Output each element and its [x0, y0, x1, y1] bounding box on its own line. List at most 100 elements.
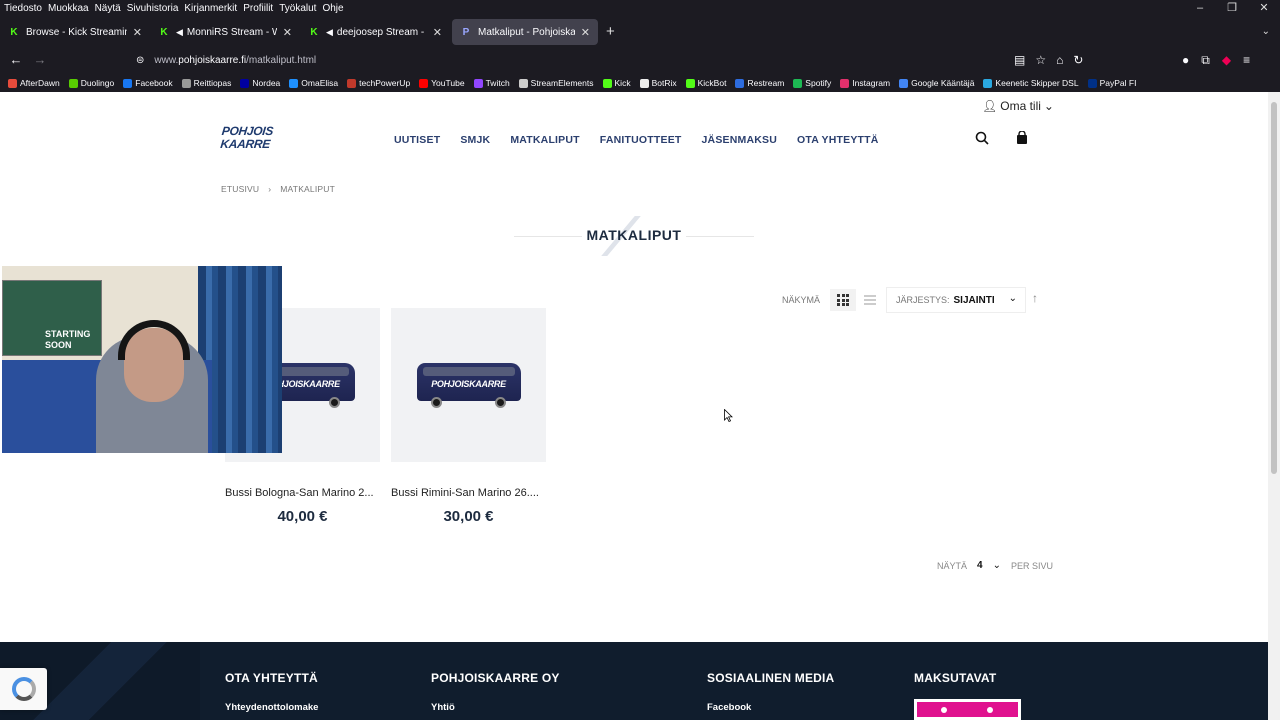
grid-view-button[interactable]: [830, 289, 857, 311]
bookmark-item[interactable]: StreamElements: [518, 78, 594, 88]
account-icon[interactable]: ●: [1182, 53, 1189, 67]
url-bar[interactable]: ⊜ www. pohjoiskaarre.fi/matkaliput.html: [130, 49, 1060, 71]
bookmark-item[interactable]: Spotify: [793, 78, 831, 88]
tab-kick-browse[interactable]: K Browse - Kick Streaming ✕: [0, 19, 150, 45]
tab-deejoosep-stream[interactable]: K ◀ deejoosep Stream - Watch ✕: [300, 19, 450, 45]
close-tab-icon[interactable]: ✕: [133, 26, 142, 39]
bookmark-item[interactable]: Restream: [735, 78, 784, 88]
bookmark-label: Restream: [747, 78, 785, 88]
bookmark-item[interactable]: PayPal FI: [1087, 78, 1136, 88]
menu-edit[interactable]: Muokkaa: [48, 3, 89, 14]
product-name[interactable]: Bussi Bologna-San Marino 2...: [225, 487, 385, 499]
bookmark-label: Twitch: [485, 78, 510, 88]
site-logo[interactable]: POHJOIS KAARRE: [220, 124, 274, 153]
app-menu-icon[interactable]: ≡: [1243, 53, 1250, 67]
menu-view[interactable]: Näytä: [95, 3, 121, 14]
footer-link[interactable]: Facebook: [707, 702, 834, 713]
menu-file[interactable]: Tiedosto: [4, 3, 42, 14]
page-scrollbar[interactable]: [1268, 92, 1280, 720]
new-tab-icon[interactable]: +: [606, 19, 615, 45]
close-tab-icon[interactable]: ✕: [433, 26, 442, 39]
perpage-select[interactable]: 4: [977, 560, 983, 571]
bookmark-item[interactable]: Reittiopas: [181, 78, 232, 88]
home-icon[interactable]: ⌂: [1056, 53, 1063, 67]
recaptcha-badge[interactable]: [0, 668, 47, 710]
bookmark-item[interactable]: YouTube: [419, 78, 465, 88]
tab-title: MonniRS Stream - Watch Li: [186, 26, 277, 38]
bookmark-item[interactable]: Google Kääntäjä: [899, 78, 974, 88]
addon-icon[interactable]: ◆: [1222, 53, 1231, 67]
minimize-icon[interactable]: –: [1184, 0, 1216, 16]
nav-uutiset[interactable]: UUTISET: [394, 134, 440, 146]
bookmark-item[interactable]: BotRix: [639, 78, 677, 88]
bookmark-item[interactable]: Twitch: [473, 78, 510, 88]
view-toolbar: NÄKYMÄ: [782, 289, 877, 311]
nav-fanituotteet[interactable]: FANITUOTTEET: [600, 134, 682, 146]
bookmark-item[interactable]: Facebook: [123, 78, 173, 88]
menu-history[interactable]: Sivuhistoria: [127, 3, 179, 14]
bookmark-label: Reittiopas: [193, 78, 232, 88]
bookmarks-toolbar: AfterDawn Duolingo Facebook Reittiopas Norde…: [0, 75, 1280, 91]
close-tab-icon[interactable]: ✕: [283, 26, 292, 39]
nav-ota-yhteytta[interactable]: OTA YHTEYTTÄ: [797, 134, 879, 146]
bookmark-label: YouTube: [431, 78, 465, 88]
extensions-icon[interactable]: ⧉: [1201, 53, 1210, 68]
back-icon[interactable]: ←: [5, 48, 27, 72]
chevron-down-icon: ⌄: [1043, 99, 1054, 113]
footer-contact: OTA YHTEYTTÄ Yhteydenottolomake: [225, 671, 318, 713]
breadcrumb-current: MATKALIPUT: [280, 184, 336, 194]
bookmark-favicon-icon: [602, 78, 612, 88]
bookmark-label: Kick: [614, 78, 631, 88]
bookmark-item[interactable]: OmaElisa: [289, 78, 338, 88]
sort-select[interactable]: JÄRJESTYS: SIJAINTI ⌄: [886, 287, 1026, 313]
nav-smjk[interactable]: SMJK: [460, 134, 490, 146]
forward-icon[interactable]: →: [29, 48, 51, 72]
bookmark-item[interactable]: Duolingo: [68, 78, 114, 88]
bookmark-star-icon[interactable]: ☆: [1035, 53, 1046, 67]
product-card[interactable]: POHJOISKAARRE Bussi Rimini-San Marino 26…: [391, 308, 546, 525]
bookmark-item[interactable]: AfterDawn: [8, 78, 60, 88]
close-window-icon[interactable]: ✕: [1248, 0, 1280, 16]
nav-matkaliput[interactable]: MATKALIPUT: [510, 134, 579, 146]
menu-profiles[interactable]: Profiilit: [243, 3, 273, 14]
bookmark-item[interactable]: Nordea: [240, 78, 280, 88]
bookmark-item[interactable]: KickBot: [685, 78, 726, 88]
reload-icon[interactable]: ↻: [1073, 53, 1083, 67]
footer-link[interactable]: Yhtiö: [431, 702, 560, 713]
footer-social: SOSIAALINEN MEDIA Facebook: [707, 671, 834, 713]
bookmark-favicon-icon: [1087, 78, 1097, 88]
tab-matkaliput[interactable]: P Matkaliput - Pohjoiskaarre Oy ✕: [452, 19, 598, 45]
tab-monnirs-stream[interactable]: K ◀ MonniRS Stream - Watch Li ✕: [150, 19, 300, 45]
product-name[interactable]: Bussi Rimini-San Marino 26....: [391, 487, 551, 499]
footer-payment: MAKSUTAVAT: [914, 671, 996, 685]
product-image[interactable]: POHJOISKAARRE: [391, 308, 546, 462]
bookmark-item[interactable]: techPowerUp: [347, 78, 410, 88]
bookmark-item[interactable]: Keenetic Skipper DSL: [983, 78, 1079, 88]
footer-link[interactable]: Yhteydenottolomake: [225, 702, 318, 713]
list-all-tabs-icon[interactable]: ⌄: [1262, 19, 1270, 45]
scrollbar-thumb[interactable]: [1271, 102, 1277, 474]
account-menu[interactable]: 👤︎ Oma tili ⌄: [982, 99, 1054, 113]
url-actions: ▤ ☆ ⌂ ↻: [1014, 48, 1083, 72]
cart-icon[interactable]: [1014, 130, 1030, 146]
speaker-icon[interactable]: ◀: [326, 27, 333, 38]
menu-bookmarks[interactable]: Kirjanmerkit: [184, 3, 237, 14]
search-icon[interactable]: [974, 130, 990, 146]
sort-direction-icon[interactable]: ↑: [1032, 291, 1038, 305]
chevron-down-icon[interactable]: ⌄: [993, 560, 1001, 571]
bookmark-item[interactable]: Instagram: [840, 78, 890, 88]
site-info-icon[interactable]: ⊜: [136, 55, 144, 66]
nav-jasenmaksu[interactable]: JÄSENMAKSU: [702, 134, 778, 146]
restore-icon[interactable]: ❐: [1216, 0, 1248, 16]
reader-view-icon[interactable]: ▤: [1014, 53, 1025, 67]
menu-tools[interactable]: Työkalut: [279, 3, 316, 14]
bookmark-item[interactable]: Kick: [602, 78, 631, 88]
bookmark-favicon-icon: [685, 78, 695, 88]
tab-bar: K Browse - Kick Streaming ✕ K ◀ MonniRS …: [0, 19, 1280, 45]
close-tab-icon[interactable]: ✕: [581, 26, 590, 39]
breadcrumb-home[interactable]: ETUSIVU: [221, 184, 259, 194]
menu-help[interactable]: Ohje: [322, 3, 343, 14]
footer-heading: SOSIAALINEN MEDIA: [707, 671, 835, 685]
list-view-icon[interactable]: [864, 295, 877, 305]
speaker-icon[interactable]: ◀: [176, 27, 183, 38]
